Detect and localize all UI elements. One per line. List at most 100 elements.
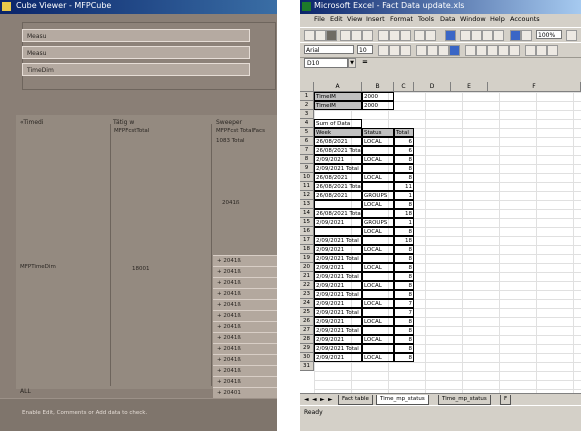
pivot-row-status[interactable] xyxy=(362,146,394,155)
pivot-row-total[interactable]: 8 xyxy=(394,164,414,173)
pivot-row-week[interactable]: 2/09/2021 xyxy=(314,263,362,272)
row-header[interactable]: 28 xyxy=(300,335,314,344)
period-row[interactable]: + 20401 xyxy=(213,387,277,398)
row-header[interactable]: 4 xyxy=(300,119,314,128)
menu-view[interactable]: View xyxy=(347,15,362,23)
font-size-select[interactable]: 10 xyxy=(357,45,373,54)
row-header[interactable]: 11 xyxy=(300,182,314,191)
last-sheet-icon[interactable]: ► xyxy=(328,396,333,403)
pivot-row-status[interactable] xyxy=(362,209,394,218)
pivot-row-status[interactable] xyxy=(362,344,394,353)
menu-accounts[interactable]: Accounts xyxy=(510,15,540,23)
dimension-timedim[interactable]: TimeDim xyxy=(22,63,250,76)
open-icon[interactable] xyxy=(315,30,326,41)
page-field-value[interactable]: 2000 xyxy=(362,92,394,101)
align-left-icon[interactable] xyxy=(416,45,427,56)
row-header[interactable]: 2 xyxy=(300,101,314,110)
period-row[interactable]: + 2041ß xyxy=(213,321,277,332)
pivot-row-total[interactable]: 8 xyxy=(394,290,414,299)
page-field-label[interactable]: TimeIM xyxy=(314,101,362,110)
drawing-icon[interactable] xyxy=(521,30,532,41)
sort-asc-icon[interactable] xyxy=(482,30,493,41)
preview-icon[interactable] xyxy=(351,30,362,41)
row-header[interactable]: 19 xyxy=(300,254,314,263)
pivot-row-status[interactable]: LOCAL xyxy=(362,155,394,164)
period-row[interactable]: + 2041ß xyxy=(213,354,277,365)
pivot-row-total[interactable]: 6 xyxy=(394,146,414,155)
pivot-col-status[interactable]: Status xyxy=(362,128,394,137)
pivot-row-week[interactable]: 2/09/2021 Total xyxy=(314,254,362,263)
pivot-row-status[interactable] xyxy=(362,272,394,281)
period-row[interactable]: + 2041ß xyxy=(213,277,277,288)
select-all-corner[interactable] xyxy=(300,82,314,92)
period-row[interactable]: + 2041ß xyxy=(213,376,277,387)
pivot-row-total[interactable]: 1 xyxy=(394,218,414,227)
menu-insert[interactable]: Insert xyxy=(366,15,385,23)
col-header-sweeper[interactable]: Sweeper xyxy=(216,119,242,126)
row-header[interactable]: 20 xyxy=(300,263,314,272)
new-icon[interactable] xyxy=(304,30,315,41)
menu-data[interactable]: Data xyxy=(440,15,456,23)
pivot-row-total[interactable]: 8 xyxy=(394,281,414,290)
menu-edit[interactable]: Edit xyxy=(330,15,343,23)
row-header[interactable]: 16 xyxy=(300,227,314,236)
pivot-row-status[interactable]: GROUPS xyxy=(362,218,394,227)
pivot-row-total[interactable]: 7 xyxy=(394,299,414,308)
pivot-row-total[interactable]: 8 xyxy=(394,173,414,182)
row-header[interactable]: 25 xyxy=(300,308,314,317)
row-header[interactable]: 22 xyxy=(300,281,314,290)
comma-icon[interactable] xyxy=(487,45,498,56)
spell-icon[interactable] xyxy=(362,30,373,41)
pivot-row-status[interactable]: LOCAL xyxy=(362,299,394,308)
pivot-row-status[interactable]: LOCAL xyxy=(362,263,394,272)
pivot-row-week[interactable]: 2/09/2021 Total xyxy=(314,344,362,353)
page-field-label[interactable]: TimeIM xyxy=(314,92,362,101)
pivot-row-total[interactable]: 8 xyxy=(394,335,414,344)
font-color-icon[interactable] xyxy=(547,45,558,56)
sheet-tab-fact-table[interactable]: Fact table xyxy=(338,395,373,405)
menu-help[interactable]: Help xyxy=(490,15,505,23)
row-header[interactable]: 17 xyxy=(300,236,314,245)
col-header-f[interactable]: F xyxy=(488,82,581,92)
menu-file[interactable]: File xyxy=(314,15,325,23)
pivot-row-week[interactable]: 2/09/2021 xyxy=(314,335,362,344)
help-icon[interactable] xyxy=(566,30,577,41)
function-icon[interactable] xyxy=(471,30,482,41)
pivot-row-status[interactable]: LOCAL xyxy=(362,245,394,254)
cube-viewer-titlebar[interactable]: Cube Viewer - MFPCube xyxy=(0,0,277,14)
borders-icon[interactable] xyxy=(525,45,536,56)
pivot-row-status[interactable] xyxy=(362,236,394,245)
col-header-d[interactable]: D xyxy=(414,82,451,92)
redo-icon[interactable] xyxy=(425,30,436,41)
prev-sheet-icon[interactable]: ◄ xyxy=(312,396,317,403)
pivot-row-week[interactable]: 26/08/2021 Total xyxy=(314,146,362,155)
print-icon[interactable] xyxy=(340,30,351,41)
pivot-row-total[interactable]: 8 xyxy=(394,344,414,353)
pivot-row-week[interactable]: 2/09/2021 Total xyxy=(314,164,362,173)
italic-icon[interactable] xyxy=(389,45,400,56)
chart-wizard-icon[interactable] xyxy=(510,30,521,41)
chevron-down-icon[interactable]: ▼ xyxy=(348,58,356,68)
pivot-row-total[interactable]: 1 xyxy=(394,191,414,200)
pivot-row-week[interactable]: 2/09/2021 xyxy=(314,218,362,227)
sheet-tab-time-mp-status[interactable]: Time_mp_status xyxy=(376,395,429,405)
dimension-measure-1[interactable]: Measu xyxy=(22,29,250,42)
menu-tools[interactable]: Tools xyxy=(418,15,434,23)
pivot-row-status[interactable]: LOCAL xyxy=(362,281,394,290)
row-header[interactable]: 27 xyxy=(300,326,314,335)
row-header[interactable]: 29 xyxy=(300,344,314,353)
pivot-row-status[interactable]: LOCAL xyxy=(362,137,394,146)
row-header[interactable]: 15 xyxy=(300,218,314,227)
sheet-tab-time-mp-status-2[interactable]: Time_mp_status xyxy=(438,395,491,405)
pivot-row-total[interactable]: 8 xyxy=(394,326,414,335)
pivot-row-status[interactable]: LOCAL xyxy=(362,317,394,326)
row-header[interactable]: 6 xyxy=(300,137,314,146)
pivot-row-total[interactable]: 8 xyxy=(394,200,414,209)
align-center-icon[interactable] xyxy=(427,45,438,56)
pivot-row-week[interactable]: 26/08/2021 xyxy=(314,191,362,200)
next-sheet-icon[interactable]: ► xyxy=(320,396,325,403)
pivot-row-total[interactable]: 8 xyxy=(394,245,414,254)
font-name-select[interactable]: Arial xyxy=(304,45,354,54)
name-box[interactable]: D10 xyxy=(304,58,348,68)
row-header[interactable]: 5 xyxy=(300,128,314,137)
